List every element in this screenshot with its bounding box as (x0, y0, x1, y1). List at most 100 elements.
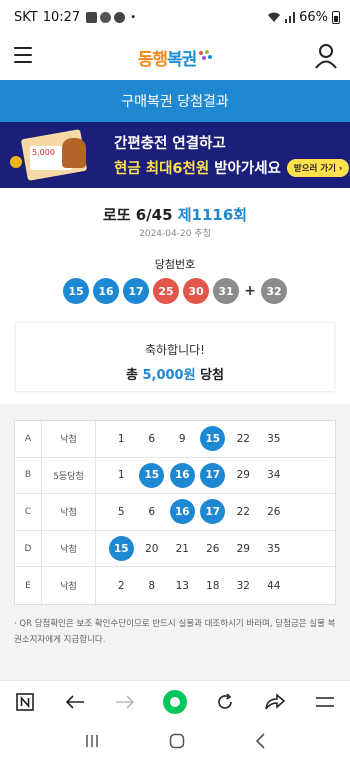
ticket-number: 32 (236, 579, 250, 592)
bonus-number-ball: 32 (261, 278, 287, 304)
status-bar: SKT 10:27 • 66% (0, 0, 350, 34)
ticket-numbers: 2 8 13 18 32 44 (96, 573, 335, 599)
gallery-icon (86, 11, 98, 23)
ticket-number: 34 (267, 469, 281, 482)
home-icon[interactable] (169, 733, 185, 749)
ticket-row: A 낙첨 1 6 9 15 22 35 (15, 421, 335, 458)
winning-number-ball: 15 (63, 278, 89, 304)
ticket-number: 8 (148, 579, 156, 592)
ticket-label: D (15, 530, 42, 567)
winning-number-ball: 31 (213, 278, 239, 304)
ticket-number: 21 (175, 542, 189, 555)
matched-number: 15 (198, 426, 229, 452)
system-nav-bar (0, 722, 350, 760)
ticket-number: 26 (206, 542, 220, 555)
ticket-number: 18 (206, 579, 220, 592)
ticket-numbers: 15 20 21 26 29 35 (96, 536, 335, 562)
home-green-icon[interactable] (157, 684, 193, 720)
reload-icon[interactable] (207, 684, 243, 720)
ticket-number: 6 (148, 432, 156, 445)
forward-arrow-icon[interactable] (107, 684, 143, 720)
ticket-number: 9 (178, 432, 186, 445)
share-icon[interactable] (257, 684, 293, 720)
ticket-number: 29 (236, 469, 250, 482)
logo-burst-icon (199, 50, 213, 60)
congrats-message: 축하합니다! (144, 343, 205, 357)
ticket-row: E 낙첨 2 8 13 18 32 44 (15, 567, 335, 604)
ticket-numbers: 1 15 16 17 29 34 (96, 462, 335, 488)
ticket-number: 13 (175, 579, 189, 592)
banner-line1: 간편충전 연결하고 (114, 136, 226, 152)
carrier-label: SKT (14, 9, 38, 25)
banner-line2-rest: 받아가세요 (214, 161, 281, 177)
prize-amount: 총 5,000원 당첨 (125, 368, 225, 383)
ticket-number: 2 (117, 579, 125, 592)
ticket-label: B (15, 457, 42, 494)
ticket-number: 44 (267, 579, 281, 592)
signal-icon (285, 11, 296, 23)
app-header: 동행복권 (0, 34, 350, 80)
ticket-result: 낙첨 (42, 567, 96, 604)
qr-notice: · QR 당첨확인은 보조 확인수단이므로 반드시 실물과 대조하시기 바라며,… (14, 619, 336, 645)
battery-percent: 66% (299, 9, 328, 25)
ticket-result: 낙첨 (42, 494, 96, 530)
matched-number: 17 (198, 499, 229, 525)
matched-number: 15 (106, 536, 137, 562)
winning-number-ball: 25 (153, 278, 179, 304)
recent-apps-icon[interactable] (84, 734, 100, 748)
notification-icons: • (86, 11, 137, 23)
ticket-number: 22 (236, 505, 250, 518)
coin-icon (10, 156, 22, 168)
system-status: 66% (267, 10, 340, 25)
matched-number: 15 (137, 462, 168, 488)
ticket-result: 낙첨 (42, 421, 96, 457)
more-notifications-dot: • (130, 11, 137, 23)
user-profile-icon[interactable] (314, 43, 338, 69)
talk-icon (100, 11, 112, 23)
winning-number-ball: 30 (183, 278, 209, 304)
ticket-label: E (15, 567, 42, 604)
banner-cta-button[interactable]: 받으러 가기 › (286, 158, 350, 177)
ticket-label: A (15, 421, 42, 457)
menu-icon[interactable] (307, 684, 343, 720)
ticket-number: 35 (267, 542, 281, 555)
winning-number-ball: 17 (123, 278, 149, 304)
ticket-result: 낙첨 (42, 530, 96, 567)
banner-text: 간편충전 연결하고 현금 최대6천원 받아가세요 받으러 가기 › (100, 132, 350, 178)
ticket-label: C (15, 494, 42, 530)
back-arrow-icon[interactable] (57, 684, 93, 720)
banner-illustration: 5,000 (0, 122, 100, 188)
promo-banner[interactable]: 5,000 간편충전 연결하고 현금 최대6천원 받아가세요 받으러 가기 › (0, 122, 350, 188)
ticket-number: 22 (236, 432, 250, 445)
ticket-number: 5 (117, 505, 125, 518)
ticket-number: 6 (148, 505, 156, 518)
matched-number: 17 (198, 462, 229, 488)
banner-line2: 현금 최대6천원 받아가세요 받으러 가기 › (114, 157, 350, 178)
naver-n-icon[interactable] (7, 684, 43, 720)
ticket-number: 1 (117, 469, 125, 482)
clock: 10:27 (42, 9, 81, 25)
ticket-row: B 5등당첨 1 15 16 17 29 34 (15, 457, 335, 495)
back-icon[interactable] (254, 733, 266, 749)
ticket-result: 5등당첨 (42, 457, 96, 494)
ticket-number: 35 (267, 432, 281, 445)
mascot-image (62, 138, 86, 168)
message-icon (114, 11, 126, 23)
prize-money: 5,000원 (142, 368, 196, 383)
winning-numbers-label: 당첨번호 (154, 258, 196, 271)
result-card: 축하합니다! 총 5,000원 당첨 (15, 322, 335, 392)
winning-numbers: 15 16 17 25 30 31 +32 (0, 278, 350, 304)
ticket-number: 29 (236, 542, 250, 555)
game-name: 로또 6/45 (102, 206, 173, 224)
logo[interactable]: 동행복권 (138, 45, 213, 70)
ticket-row: C 낙첨 5 6 16 17 22 26 (15, 494, 335, 531)
ticket-numbers: 5 6 16 17 22 26 (96, 499, 335, 525)
ticket-row: D 낙첨 15 20 21 26 29 35 (15, 530, 335, 568)
bonus-plus-sign: + (244, 283, 256, 299)
battery-icon (332, 10, 340, 24)
hamburger-menu-button[interactable] (14, 47, 32, 63)
matched-number: 16 (167, 499, 198, 525)
winning-number-ball: 16 (93, 278, 119, 304)
ticket-table: A 낙첨 1 6 9 15 22 35 B 5등당첨 1 15 16 17 29 34 C 낙첨 5 6 16 17 22 2… (14, 420, 336, 605)
draw-title: 로또 6/45 제1116회 (0, 204, 350, 225)
